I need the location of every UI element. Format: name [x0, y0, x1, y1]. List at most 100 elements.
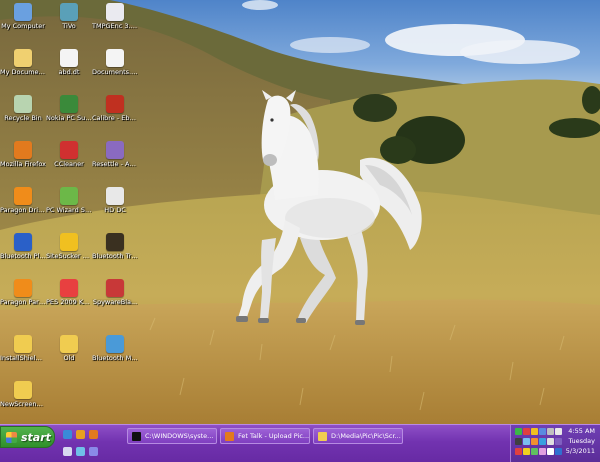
taskbar-window-button[interactable]: C:\WINDOWS\syste...	[127, 428, 217, 444]
tray-icon[interactable]	[523, 448, 530, 455]
app-icon	[106, 233, 124, 251]
quick-launch-icon[interactable]	[89, 430, 98, 439]
desktop-icon[interactable]: SiteSucker Web Browse	[46, 233, 92, 261]
desktop-icon-label: InstallShield Installation Info	[0, 355, 46, 362]
tray-icon[interactable]	[555, 448, 562, 455]
desktop-icon-label: Bluetooth Media Player	[92, 355, 138, 362]
tray-icon[interactable]	[547, 448, 554, 455]
app-icon	[106, 187, 124, 205]
tray-icon[interactable]	[523, 438, 530, 445]
desktop-icon[interactable]: Resettle - An ItemShop...	[92, 141, 138, 169]
app-icon	[60, 233, 78, 251]
desktop-icon-label: PES 2009 Keyboard	[46, 299, 92, 306]
start-label: start	[21, 430, 51, 444]
desktop-icon[interactable]: Old	[46, 335, 92, 363]
tray-icon[interactable]	[515, 428, 522, 435]
desktop-icon-label: Bluetooth Transfer	[92, 253, 138, 260]
quick-launch-icon[interactable]	[76, 430, 85, 439]
desktop-icon[interactable]: NewScreenshots	[0, 381, 46, 409]
app-icon	[14, 3, 32, 21]
desktop-icon-label: My Documents	[0, 69, 46, 76]
app-icon	[14, 233, 32, 251]
tray-icon[interactable]	[539, 428, 546, 435]
desktop-icon[interactable]: Bluetooth Media Player	[92, 335, 138, 363]
desktop-icon-label: Bluetooth Places	[0, 253, 46, 260]
taskbar: start C:\WINDOWS\syste... Fet Talk - Uplo…	[0, 424, 600, 462]
app-icon	[14, 95, 32, 113]
tray-icon[interactable]	[547, 428, 554, 435]
app-icon	[106, 49, 124, 67]
desktop-icon[interactable]: Documents.rtf	[92, 49, 138, 77]
desktop-icon[interactable]: CCleaner	[46, 141, 92, 169]
desktop-icon-label: abd.dt	[58, 69, 80, 76]
window-icon	[132, 431, 141, 441]
tray-icon[interactable]	[531, 448, 538, 455]
window-title: C:\WINDOWS\syste...	[145, 432, 214, 440]
desktop-icon[interactable]: SpywareBla...	[92, 279, 138, 307]
app-icon	[14, 381, 32, 399]
desktop-icon-label: TMPGEnc 3.0 XPress	[92, 23, 138, 30]
desktop-icon-label: My Computer	[1, 23, 45, 30]
tray-icon[interactable]	[531, 438, 538, 445]
start-button[interactable]: start	[0, 426, 55, 448]
tray-icon[interactable]	[523, 428, 530, 435]
tray-icon[interactable]	[555, 438, 562, 445]
desktop-icon[interactable]: PES 2009 Keyboard	[46, 279, 92, 307]
app-icon	[106, 279, 124, 297]
desktop-icon-label: SiteSucker Web Browse	[46, 253, 92, 260]
quick-launch-icon[interactable]	[63, 447, 72, 456]
desktop-icon-label: NewScreenshots	[0, 401, 46, 408]
desktop-icon[interactable]: TiVo	[46, 3, 92, 31]
tray-icon[interactable]	[555, 428, 562, 435]
app-icon	[106, 3, 124, 21]
desktop-icon[interactable]: My Documents	[0, 49, 46, 77]
quick-launch-icon[interactable]	[89, 447, 98, 456]
desktop-icon[interactable]: Calibre - Ebook management	[92, 95, 138, 123]
app-icon	[14, 187, 32, 205]
desktop-icon[interactable]: Paragon Partition Ma...	[0, 279, 46, 307]
desktop-icon[interactable]: Recycle Bin	[0, 95, 46, 123]
desktop-icon[interactable]: Bluetooth Transfer	[92, 233, 138, 261]
desktop-icon[interactable]: PC Wizard System Uti...	[46, 187, 92, 215]
quick-launch-icon[interactable]	[63, 430, 72, 439]
desktop-icon-label: HD DC	[104, 207, 126, 214]
clock-day[interactable]: Tuesday	[569, 437, 595, 446]
app-icon	[14, 279, 32, 297]
desktop-icon-label: PC Wizard System Uti...	[46, 207, 92, 214]
desktop-icon-label: Mozilla Firefox	[0, 161, 46, 168]
tray-icon[interactable]	[539, 448, 546, 455]
desktop-icon[interactable]: Mozilla Firefox	[0, 141, 46, 169]
desktop-icon-label: TiVo	[62, 23, 76, 30]
app-icon	[106, 141, 124, 159]
desktop-icon[interactable]: TMPGEnc 3.0 XPress	[92, 3, 138, 31]
clock-time[interactable]: 4:55 AM	[568, 427, 595, 436]
taskbar-window-button[interactable]: Fet Talk - Upload Pic...	[220, 428, 310, 444]
window-icon	[225, 431, 234, 441]
desktop-icon[interactable]: HD DC	[92, 187, 138, 215]
app-icon	[60, 141, 78, 159]
quick-launch-icon[interactable]	[76, 447, 85, 456]
desktop-icon[interactable]: abd.dt	[46, 49, 92, 77]
desktop-icon[interactable]: Paragon Drive Backup	[0, 187, 46, 215]
desktop-icon-grid: My Computer TiVo TMPGEnc 3.0 XPress My Docu…	[0, 0, 150, 424]
tray-icon[interactable]	[547, 438, 554, 445]
desktop-icon[interactable]: InstallShield Installation Info	[0, 335, 46, 363]
windows-flag-icon	[6, 431, 17, 443]
taskbar-window-button[interactable]: D:\Media\Pic\Pic\Scr...	[313, 428, 403, 444]
app-icon	[106, 335, 124, 353]
desktop-icon-label: Recycle Bin	[4, 115, 42, 122]
app-icon	[60, 187, 78, 205]
desktop-icon[interactable]: Bluetooth Places	[0, 233, 46, 261]
desktop-icon-label: Paragon Drive Backup	[0, 207, 46, 214]
tray-icon[interactable]	[515, 438, 522, 445]
desktop-icon[interactable]: My Computer	[0, 3, 46, 31]
desktop-icon[interactable]: Nokia PC Suite	[46, 95, 92, 123]
tray-icon[interactable]	[531, 428, 538, 435]
desktop-icon-label: CCleaner	[54, 161, 84, 168]
tray-icon[interactable]	[539, 438, 546, 445]
app-icon	[60, 279, 78, 297]
clock-date[interactable]: 5/3/2011	[566, 447, 595, 456]
app-icon	[14, 141, 32, 159]
tray-icon[interactable]	[515, 448, 522, 455]
desktop-icon-label: Resettle - An ItemShop...	[92, 161, 138, 168]
